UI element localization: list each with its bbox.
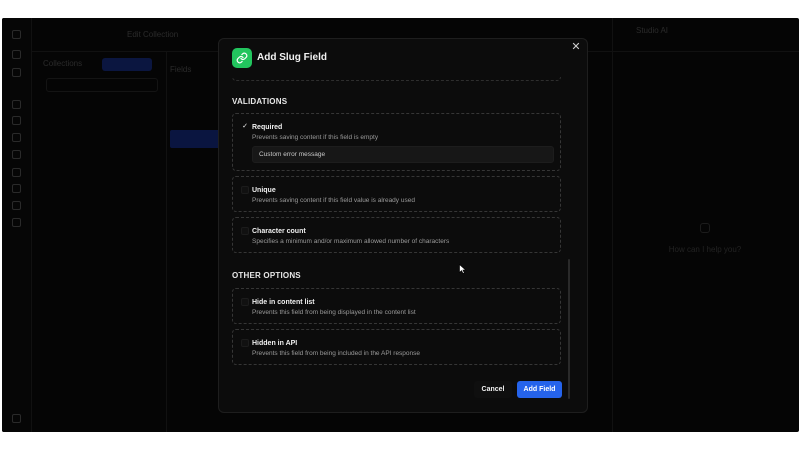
nav-icon[interactable]	[12, 414, 21, 423]
custom-error-message-input[interactable]	[252, 146, 554, 163]
assistant-empty-state: How can I help you?	[610, 223, 799, 255]
required-checkbox[interactable]: ✓	[241, 123, 249, 131]
hidden-in-api-label: Hidden in API	[252, 340, 298, 347]
assistant-label: Studio AI	[636, 26, 669, 35]
fields-label: Fields	[170, 65, 192, 74]
assistant-icon	[700, 223, 710, 233]
nav-icon[interactable]	[12, 201, 21, 210]
left-nav-rail	[2, 18, 32, 432]
unique-checkbox[interactable]	[241, 186, 249, 194]
close-icon[interactable]: ✕	[569, 40, 583, 54]
nav-icon[interactable]	[12, 116, 21, 125]
hide-in-content-list-option[interactable]: Hide in content list Prevents this field…	[232, 288, 561, 324]
character-count-label: Character count	[252, 228, 306, 235]
breadcrumb: Edit Collection	[127, 30, 179, 39]
required-option[interactable]: ✓ Required Prevents saving content if th…	[232, 113, 561, 171]
hidden-in-api-option[interactable]: Hidden in API Prevents this field from b…	[232, 329, 561, 365]
hide-in-content-list-description: Prevents this field from being displayed…	[252, 309, 416, 316]
selected-row[interactable]	[170, 130, 222, 148]
unique-label: Unique	[252, 187, 276, 194]
hidden-in-api-checkbox[interactable]	[241, 339, 249, 347]
nav-icon[interactable]	[12, 218, 21, 227]
hidden-in-api-description: Prevents this field from being included …	[252, 350, 421, 357]
dialog-footer: Cancel Add Field	[219, 369, 587, 412]
nav-icon[interactable]	[12, 30, 21, 39]
nav-icon[interactable]	[12, 184, 21, 193]
nav-icon[interactable]	[12, 150, 21, 159]
character-count-checkbox[interactable]	[241, 227, 249, 235]
mouse-cursor-icon	[459, 264, 467, 274]
previous-option-card	[232, 77, 561, 81]
nav-icon[interactable]	[12, 68, 21, 77]
unique-option[interactable]: Unique Prevents saving content if this f…	[232, 176, 561, 212]
character-count-description: Specifies a minimum and/or maximum allow…	[252, 238, 450, 245]
assistant-help-title: How can I help you?	[668, 245, 742, 254]
collections-label: Collections	[43, 59, 83, 68]
add-slug-field-dialog: Add Slug Field ✕ VALIDATIONS ✓ Required …	[218, 38, 588, 413]
dialog-body[interactable]: VALIDATIONS ✓ Required Prevents saving c…	[219, 77, 587, 367]
nav-icon[interactable]	[12, 168, 21, 177]
required-label: Required	[252, 124, 283, 131]
add-field-button[interactable]: Add Field	[517, 381, 562, 398]
link-icon	[232, 48, 252, 68]
nav-icon[interactable]	[12, 100, 21, 109]
character-count-option[interactable]: Character count Specifies a minimum and/…	[232, 217, 561, 253]
unique-description: Prevents saving content if this field va…	[252, 197, 415, 204]
collections-panel	[32, 52, 167, 432]
new-collection-button[interactable]	[102, 58, 152, 71]
dialog-header: Add Slug Field	[219, 39, 587, 77]
collections-search[interactable]	[46, 78, 158, 92]
nav-icon[interactable]	[12, 133, 21, 142]
validations-heading: VALIDATIONS	[232, 97, 288, 106]
cancel-button[interactable]: Cancel	[474, 381, 512, 398]
required-description: Prevents saving content if this field is…	[252, 134, 379, 141]
hide-in-content-list-label: Hide in content list	[252, 299, 315, 306]
hide-in-content-list-checkbox[interactable]	[241, 298, 249, 306]
dialog-title: Add Slug Field	[257, 52, 327, 63]
other-options-heading: OTHER OPTIONS	[232, 271, 301, 280]
nav-icon[interactable]	[12, 50, 21, 59]
